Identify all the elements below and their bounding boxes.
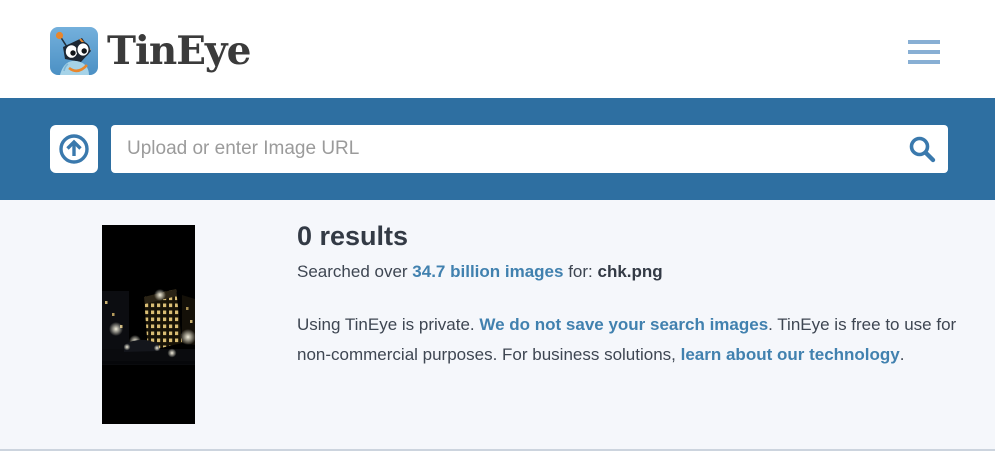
hamburger-bar — [908, 60, 940, 64]
magnifier-icon — [908, 135, 936, 163]
upload-arrow-icon — [58, 133, 90, 165]
privacy-link[interactable]: We do not save your search images — [479, 315, 768, 334]
searched-middle: for: — [563, 262, 597, 281]
technology-link[interactable]: learn about our technology — [681, 345, 900, 364]
searched-summary: Searched over 34.7 billion images for: c… — [297, 260, 957, 284]
header: TinEye — [0, 0, 995, 98]
privacy-note: Using TinEye is private. We do not save … — [297, 310, 957, 370]
hamburger-bar — [908, 50, 940, 54]
searched-prefix: Searched over — [297, 262, 412, 281]
results-text: 0 results Searched over 34.7 billion ima… — [297, 220, 957, 370]
brand-wordmark: TinEye — [107, 27, 250, 75]
results-section: 0 results Searched over 34.7 billion ima… — [0, 200, 995, 449]
upload-image-button[interactable] — [50, 125, 98, 173]
billion-images-link[interactable]: 34.7 billion images — [412, 262, 563, 281]
results-count-title: 0 results — [297, 220, 957, 252]
search-button[interactable] — [896, 125, 948, 173]
tineye-robot-icon — [50, 27, 98, 75]
night-street-scene-thumbnail[interactable] — [102, 225, 195, 424]
privacy-text: . — [900, 345, 905, 364]
search-input[interactable] — [111, 125, 896, 173]
tineye-logo[interactable]: TinEye — [50, 27, 250, 75]
privacy-text: Using TinEye is private. — [297, 315, 479, 334]
search-band — [0, 98, 995, 200]
search-box — [111, 125, 948, 173]
hamburger-menu-icon[interactable] — [908, 40, 940, 64]
footer-space — [0, 451, 995, 466]
hamburger-bar — [908, 40, 940, 44]
searched-filename: chk.png — [597, 262, 662, 281]
